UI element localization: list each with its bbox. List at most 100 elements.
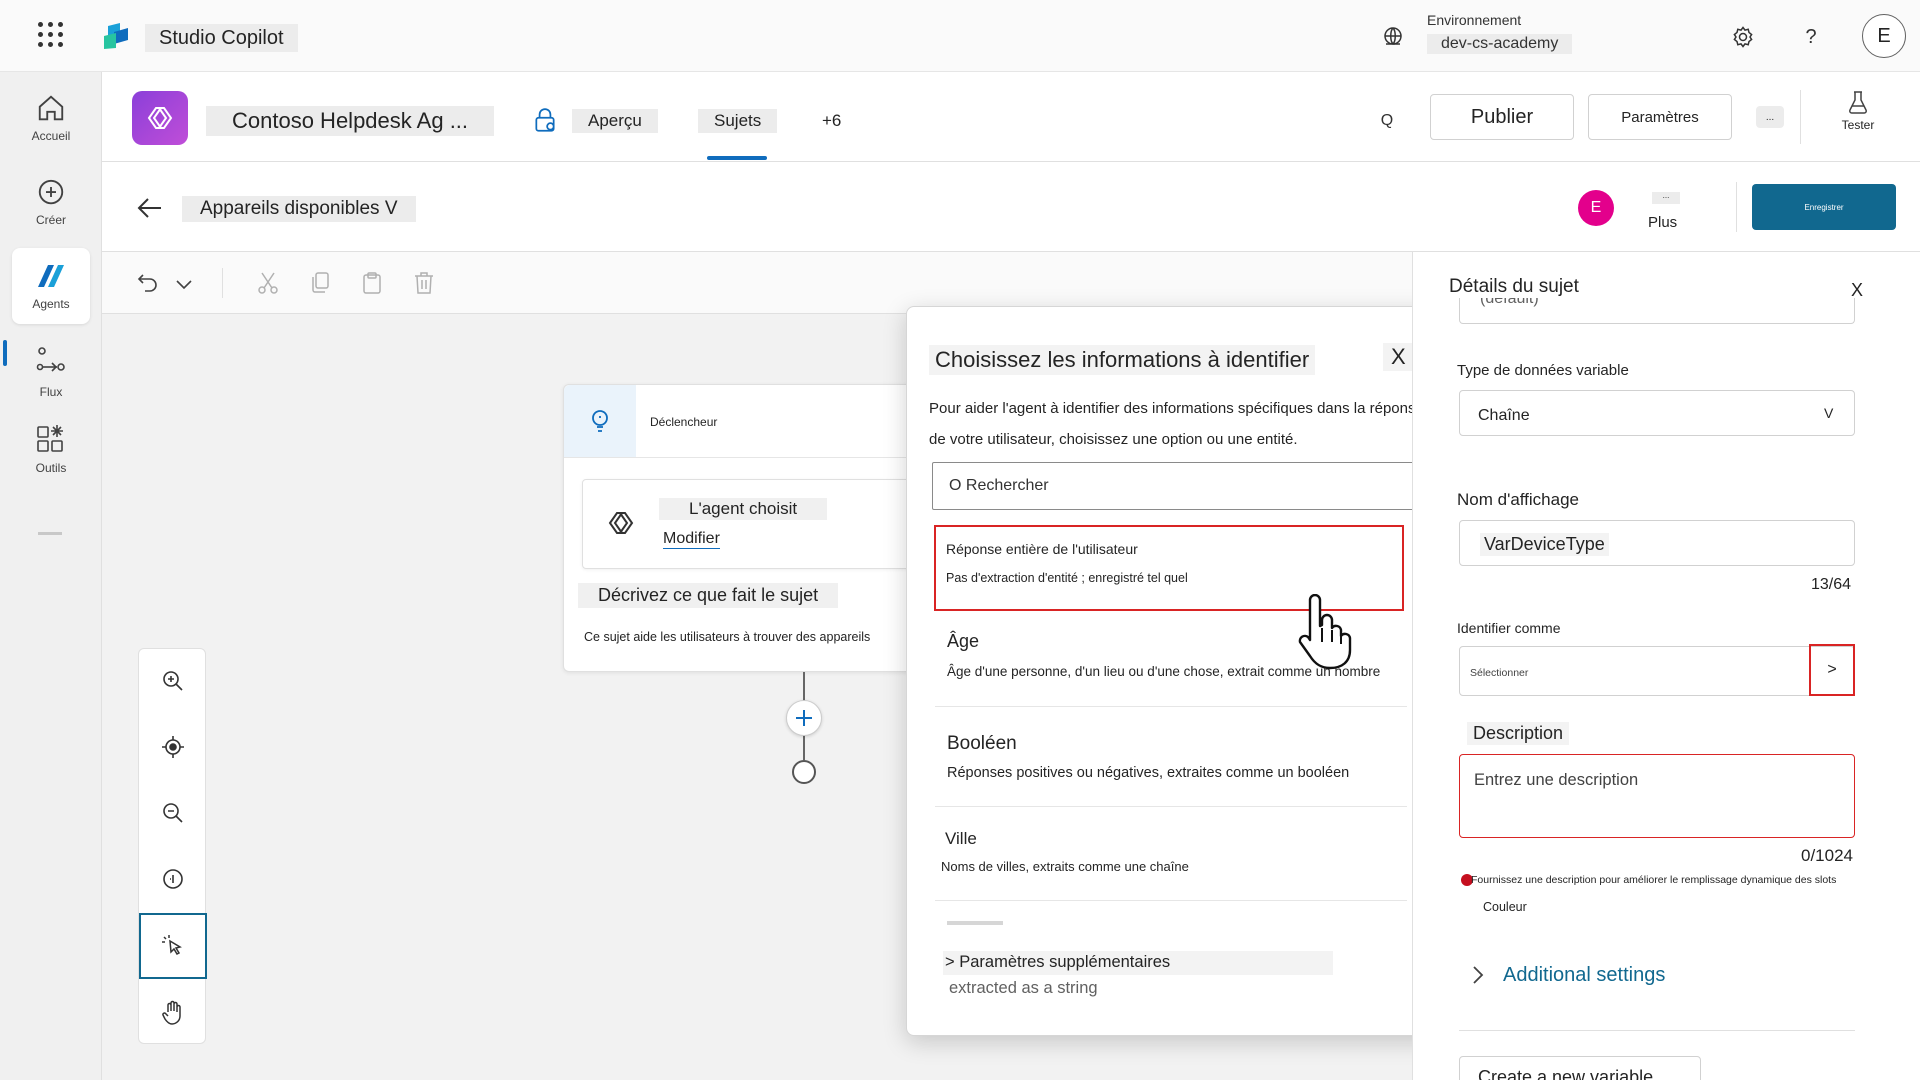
top-bar: Studio Copilot Environnement dev-cs-acad… (0, 0, 1920, 72)
app-title: Studio Copilot (145, 24, 298, 52)
test-button[interactable]: Tester (1828, 90, 1888, 146)
tab-topics[interactable]: Sujets (698, 109, 778, 133)
fit-view-icon (163, 869, 183, 889)
edit-link[interactable]: Modifier (663, 530, 720, 549)
display-name-input[interactable]: VarDeviceType (1459, 520, 1855, 566)
extra-settings-toggle[interactable]: > Paramètres supplémentaires (943, 951, 1333, 975)
describe-text: Ce sujet aide les utilisateurs à trouver… (584, 630, 871, 644)
hand-pointer-cursor-icon (1294, 593, 1354, 670)
rail-more-divider (38, 532, 62, 535)
rail-active-indicator (3, 340, 7, 366)
display-name-value: VarDeviceType (1480, 533, 1609, 556)
create-variable-label: Create a new variable (1478, 1067, 1654, 1080)
beaker-icon (1848, 91, 1868, 114)
node-divider (564, 457, 924, 458)
add-node-button[interactable] (786, 700, 822, 736)
entity-picker-dialog: Choisissez les informations à identifier… (906, 306, 1446, 1036)
toolbar-divider (222, 268, 223, 298)
canvas-toolbar (102, 252, 1412, 314)
describe-title: Décrivez ce que fait le sujet (578, 583, 839, 608)
add-circle-icon (38, 179, 64, 205)
rail-item-flows[interactable]: Flux (12, 334, 90, 410)
rail-label-home: Accueil (31, 129, 71, 143)
settings-gear-icon[interactable] (1728, 22, 1758, 52)
dialog-close-button[interactable]: X (1383, 343, 1414, 371)
topic-more-label[interactable]: Plus (1648, 214, 1677, 231)
description-count: 0/1024 (1801, 846, 1853, 865)
trigger-label: Déclencheur (650, 415, 718, 429)
agent-name[interactable]: Contoso Helpdesk Ag ... (206, 106, 495, 136)
help-icon[interactable]: ? (1798, 24, 1824, 50)
settings-button[interactable]: Paramètres (1588, 94, 1732, 140)
additional-settings-link[interactable]: Additional settings (1503, 964, 1665, 987)
rail-label-tools: Outils (35, 461, 67, 475)
rail-item-tools[interactable]: Outils (12, 410, 90, 486)
option-title: Ville (945, 829, 977, 848)
undo-dropdown-chevron-icon[interactable] (174, 274, 194, 294)
top-value-field[interactable]: (default) (1459, 298, 1855, 324)
topic-more-dots[interactable]: ... (1652, 192, 1680, 204)
topic-editor-avatar: E (1578, 190, 1614, 226)
tab-overview[interactable]: Aperçu (572, 109, 658, 133)
rail-item-create[interactable]: Créer (12, 164, 90, 240)
fit-view-button[interactable] (139, 847, 207, 911)
topic-header-divider (1736, 182, 1737, 232)
add-plus-icon (796, 710, 812, 726)
agent-chooses-label: L'agent choisit (659, 498, 828, 520)
cursor-select-icon (162, 935, 182, 955)
search-icon[interactable]: Q (1372, 106, 1402, 136)
user-avatar[interactable]: E (1862, 14, 1906, 58)
zoom-in-button[interactable] (139, 649, 207, 713)
pan-mode-button[interactable] (139, 981, 207, 1045)
agent-logo-icon (608, 512, 634, 534)
back-arrow-icon[interactable] (136, 196, 164, 220)
extra-settings-desc: extracted as a string (949, 979, 1098, 997)
var-type-dropdown[interactable]: Chaîne V (1459, 390, 1855, 436)
option-boolean[interactable]: Booléen Réponses positives ou négatives,… (935, 713, 1407, 807)
agent-chooses-card[interactable]: L'agent choisit Modifier (582, 479, 922, 569)
panel-divider (1459, 1030, 1855, 1031)
identify-as-selector[interactable]: Sélectionner (1459, 646, 1855, 696)
select-mode-button[interactable] (139, 913, 207, 979)
rail-item-home[interactable]: Accueil (12, 80, 90, 156)
cut-icon[interactable] (256, 270, 280, 296)
entity-search-input[interactable]: O Rechercher (932, 462, 1422, 510)
undo-icon[interactable] (136, 270, 160, 294)
top-field-value: (default) (1480, 298, 1539, 307)
rail-item-agents[interactable]: Agents (12, 248, 90, 324)
var-type-value: Chaîne (1478, 407, 1530, 424)
topic-details-panel: Détails du sujet X (default) Type de don… (1412, 252, 1920, 1080)
canvas-zoom-controls (138, 648, 207, 1045)
header-divider (1800, 90, 1801, 144)
zoom-out-button[interactable] (139, 781, 207, 845)
app-launcher-icon[interactable] (38, 22, 64, 48)
agent-avatar-icon (132, 91, 188, 145)
zoom-in-icon (163, 671, 183, 691)
save-button[interactable]: Enregistrer (1752, 184, 1896, 230)
environment-globe-icon[interactable] (1380, 24, 1406, 50)
paste-icon[interactable] (360, 270, 384, 296)
identify-as-label: Identifier comme (1457, 620, 1561, 636)
topic-name[interactable]: Appareils disponibles V (182, 196, 416, 222)
chevron-right-icon (1473, 966, 1484, 984)
tab-more[interactable]: +6 (806, 109, 857, 133)
copy-icon[interactable] (308, 270, 332, 296)
identify-open-chevron-icon[interactable]: > (1809, 644, 1855, 696)
rail-label-agents: Agents (32, 297, 70, 311)
tools-grid-icon (37, 425, 63, 452)
option-desc: Pas d'extraction d'entité ; enregistré t… (946, 571, 1188, 585)
dialog-description: Pour aider l'agent à identifier des info… (929, 400, 1424, 448)
recenter-button[interactable] (139, 715, 207, 779)
agent-share-icon[interactable] (530, 106, 560, 136)
left-navigation-rail: Accueil Créer Agents Flux Outils (0, 72, 102, 1080)
trigger-node[interactable]: Déclencheur L'agent choisit Modifier Déc… (563, 384, 924, 672)
environment-value[interactable]: dev-cs-academy (1427, 34, 1573, 54)
environment-label: Environnement (1427, 12, 1522, 28)
create-variable-button[interactable]: Create a new variable (1459, 1056, 1701, 1080)
description-textarea[interactable]: Entrez une description (1459, 754, 1855, 838)
description-warning: Fournissez une description pour améliore… (1471, 874, 1837, 886)
more-options-button[interactable]: ... (1756, 106, 1784, 128)
publish-button[interactable]: Publier (1430, 94, 1574, 140)
option-city[interactable]: Ville Noms de villes, extraits comme une… (935, 807, 1407, 901)
delete-trash-icon[interactable] (412, 270, 436, 296)
